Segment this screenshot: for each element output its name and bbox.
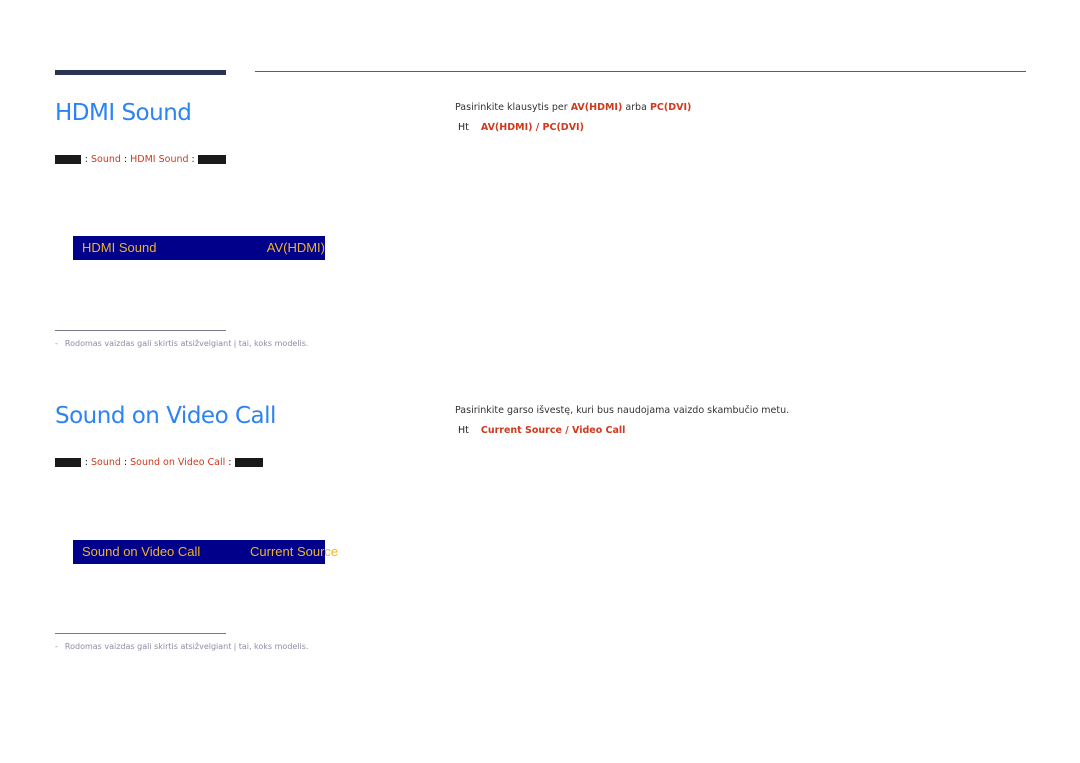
description-text: Pasirinkite klausytis per (455, 102, 568, 113)
menu-path-item: Sound (91, 457, 121, 468)
options-value: Current Source / Video Call (480, 425, 626, 436)
options-label: Ht (458, 425, 469, 436)
menu-button-icon: MENU (55, 458, 81, 467)
osd-value: AV(HDMI) (266, 240, 325, 255)
menu-path-item: Sound (91, 154, 121, 165)
osd-label: HDMI Sound (82, 240, 157, 255)
footnote-rule (55, 330, 226, 331)
menu-path: MENU: Sound: HDMI Sound: ENTER (55, 154, 227, 165)
footnote-rule (55, 633, 226, 634)
enter-button-icon: ENTER (197, 155, 227, 164)
menu-button-icon: MENU (55, 155, 81, 164)
option-av-hdmi: AV(HDMI) (570, 102, 623, 113)
menu-path-item: Sound on Video Call (130, 457, 226, 468)
description-text: Pasirinkite garso išvestę, kuri bus naud… (455, 405, 790, 416)
options-value: AV(HDMI) / PC(DVI) (480, 122, 584, 133)
footnote: - Rodomas vaizdas gali skirtis atsižvelgi… (55, 339, 308, 348)
footnote-dash: - (55, 642, 58, 651)
menu-path-item: HDMI Sound (130, 154, 189, 165)
options-line: Ht Current Source / Video Call (458, 425, 625, 436)
header-rule-thin (255, 71, 1026, 72)
options-line: Ht AV(HDMI) / PC(DVI) (458, 122, 584, 133)
menu-path: MENU: Sound: Sound on Video Call: ENTER (55, 457, 264, 468)
osd-value: Current Source (250, 544, 339, 559)
footnote: - Rodomas vaizdas gali skirtis atsižvelgi… (55, 642, 308, 651)
description: Pasirinkite klausytis per AV(HDMI) arba … (455, 102, 691, 113)
description: Pasirinkite garso išvestę, kuri bus naud… (455, 405, 789, 416)
osd-menu-row: HDMI Sound AV(HDMI) (73, 236, 325, 260)
section-title: Sound on Video Call (55, 403, 276, 429)
option-pc-dvi: PC(DVI) (649, 102, 692, 113)
section-title: HDMI Sound (55, 100, 192, 126)
footnote-dash: - (55, 339, 58, 348)
osd-label: Sound on Video Call (82, 544, 201, 559)
options-label: Ht (458, 122, 469, 133)
header-rule-thick (55, 70, 226, 75)
footnote-text: Rodomas vaizdas gali skirtis atsižvelgia… (64, 642, 309, 651)
description-joiner: arba (625, 102, 647, 113)
footnote-text: Rodomas vaizdas gali skirtis atsižvelgia… (64, 339, 309, 348)
enter-button-icon: ENTER (234, 458, 264, 467)
osd-menu-row: Sound on Video Call Current Source (73, 540, 338, 564)
